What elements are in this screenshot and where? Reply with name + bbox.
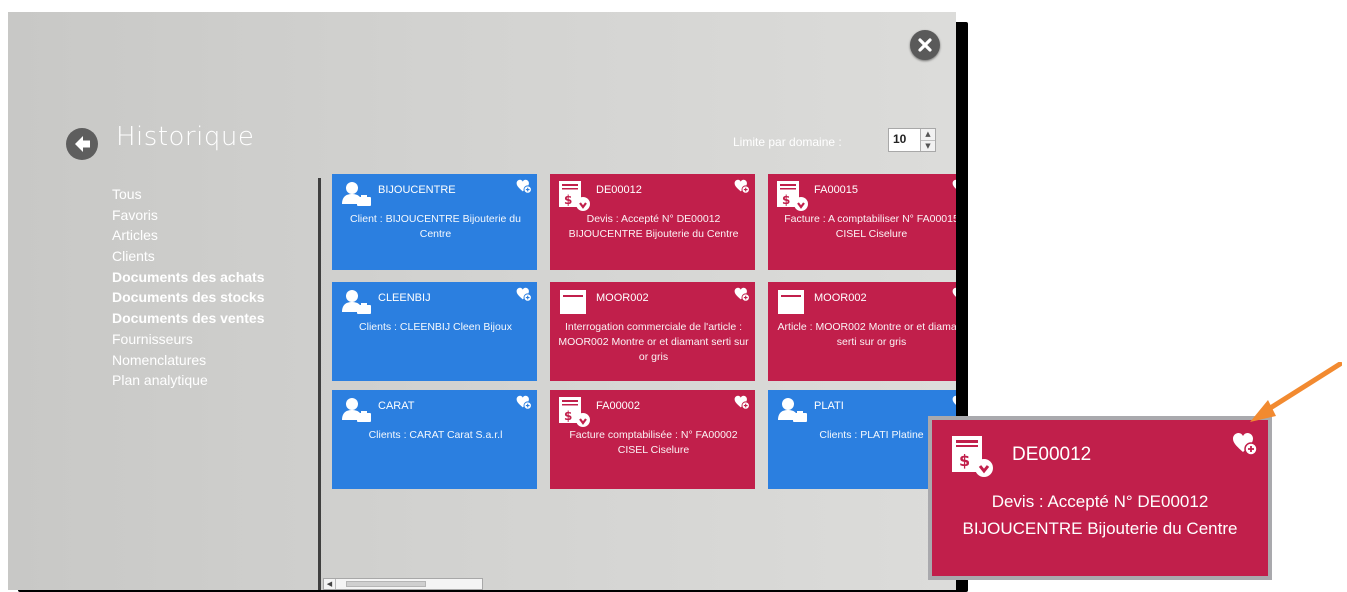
history-tile[interactable]: MOOR002 Interrogation commerciale de l'ar… (550, 282, 755, 381)
client-icon (776, 396, 810, 431)
article-icon (558, 288, 590, 323)
add-favorite-icon[interactable] (952, 287, 956, 307)
page-title: Historique (116, 122, 255, 152)
tile-description: Devis : Accepté N° DE00012 BIJOUCENTRE B… (568, 213, 739, 240)
tile-title: CLEENBIJ (378, 292, 431, 304)
close-button[interactable] (910, 30, 940, 60)
category-list: Tous Favoris Articles Clients Documents des … (112, 184, 265, 391)
category-item[interactable]: Favoris (112, 205, 265, 226)
limit-per-domain-value: 10 (893, 132, 907, 146)
client-icon (340, 288, 374, 323)
category-item[interactable]: Documents des ventes (112, 308, 265, 329)
tile-title: MOOR002 (814, 292, 867, 304)
svg-text:$: $ (782, 193, 790, 207)
add-favorite-icon[interactable] (734, 287, 750, 307)
history-tile[interactable]: BIJOUCENTRE Client : BIJOUCENTRE Bijouter… (332, 174, 537, 270)
limit-per-domain-label: Limite par domaine : (733, 135, 842, 149)
tile-title: PLATI (814, 400, 844, 412)
zoomed-tile-description: Devis : Accepté N° DE00012 BIJOUCENTRE B… (962, 492, 1238, 538)
tile-description: Clients : CARAT Carat S.a.r.l (368, 429, 503, 441)
tile-title: MOOR002 (596, 292, 649, 304)
history-tile[interactable]: CARAT Clients : CARAT Carat S.a.r.l (332, 390, 537, 489)
stepper-up-icon[interactable]: ▲ (921, 129, 935, 140)
back-button[interactable] (66, 128, 98, 160)
add-favorite-icon[interactable] (734, 179, 750, 199)
article-icon (776, 288, 808, 323)
add-favorite-icon[interactable] (516, 179, 532, 199)
add-favorite-icon[interactable] (734, 395, 750, 415)
stepper-down-icon[interactable]: ▼ (921, 140, 935, 152)
close-icon (918, 38, 932, 52)
tile-title: DE00012 (596, 184, 642, 196)
add-favorite-icon[interactable] (952, 395, 956, 415)
scrollbar-thumb[interactable] (346, 581, 426, 587)
category-item[interactable]: Plan analytique (112, 370, 265, 391)
tile-description: Clients : CLEENBIJ Cleen Bijoux (359, 321, 512, 333)
back-arrow-icon (75, 136, 90, 152)
history-tile[interactable]: $ FA00002 Facture comptabilisée : N° FA000… (550, 390, 755, 489)
svg-text:$: $ (564, 193, 572, 207)
tile-description: Facture comptabilisée : N° FA00002 CISEL… (569, 429, 738, 456)
limit-stepper[interactable]: ▲ ▼ (920, 129, 935, 151)
history-tile[interactable]: $ FA00015 Facture : A comptabiliser N° FA0… (768, 174, 956, 270)
category-item[interactable]: Nomenclatures (112, 350, 265, 371)
category-item[interactable]: Documents des achats (112, 267, 265, 288)
history-window: Historique Limite par domaine : 10 ▲ ▼ T… (8, 12, 956, 590)
tile-title: BIJOUCENTRE (378, 184, 456, 196)
tile-title: FA00015 (814, 184, 859, 196)
panel-divider (318, 178, 321, 590)
tile-title: FA00002 (596, 400, 641, 412)
category-item[interactable]: Clients (112, 246, 265, 267)
category-item[interactable]: Fournisseurs (112, 329, 265, 350)
svg-text:$: $ (564, 409, 572, 423)
add-favorite-icon[interactable] (1232, 432, 1258, 456)
category-item[interactable]: Documents des stocks (112, 287, 265, 308)
zoomed-tile-de00012[interactable]: $ DE00012 Devis : Accepté N° DE00012 BIJ… (928, 416, 1272, 580)
tile-description: Client : BIJOUCENTRE Bijouterie du Centr… (350, 213, 521, 240)
annotation-arrow-icon (1250, 362, 1342, 422)
horizontal-scrollbar[interactable]: ◀ (323, 578, 483, 590)
svg-text:$: $ (959, 451, 970, 470)
tile-title: CARAT (378, 400, 415, 412)
history-tile[interactable]: CLEENBIJ Clients : CLEENBIJ Cleen Bijoux (332, 282, 537, 381)
history-tile[interactable]: $ DE00012 Devis : Accepté N° DE00012 BIJOU… (550, 174, 755, 270)
client-icon (340, 396, 374, 431)
tile-description: Facture : A comptabiliser N° FA00015 CIS… (784, 213, 956, 240)
zoomed-tile-title: DE00012 (1012, 444, 1092, 465)
tile-description: Article : MOOR002 Montre or et diamant s… (777, 321, 956, 348)
tile-description: Interrogation commerciale de l'article :… (558, 321, 749, 363)
history-tile[interactable]: MOOR002 Article : MOOR002 Montre or et di… (768, 282, 956, 381)
add-favorite-icon[interactable] (952, 179, 956, 199)
client-icon (340, 180, 374, 215)
limit-per-domain-field[interactable]: 10 ▲ ▼ (888, 128, 936, 152)
add-favorite-icon[interactable] (516, 287, 532, 307)
category-item[interactable]: Articles (112, 225, 265, 246)
quote-document-icon: $ (952, 436, 993, 477)
add-favorite-icon[interactable] (516, 395, 532, 415)
category-item[interactable]: Tous (112, 184, 265, 205)
